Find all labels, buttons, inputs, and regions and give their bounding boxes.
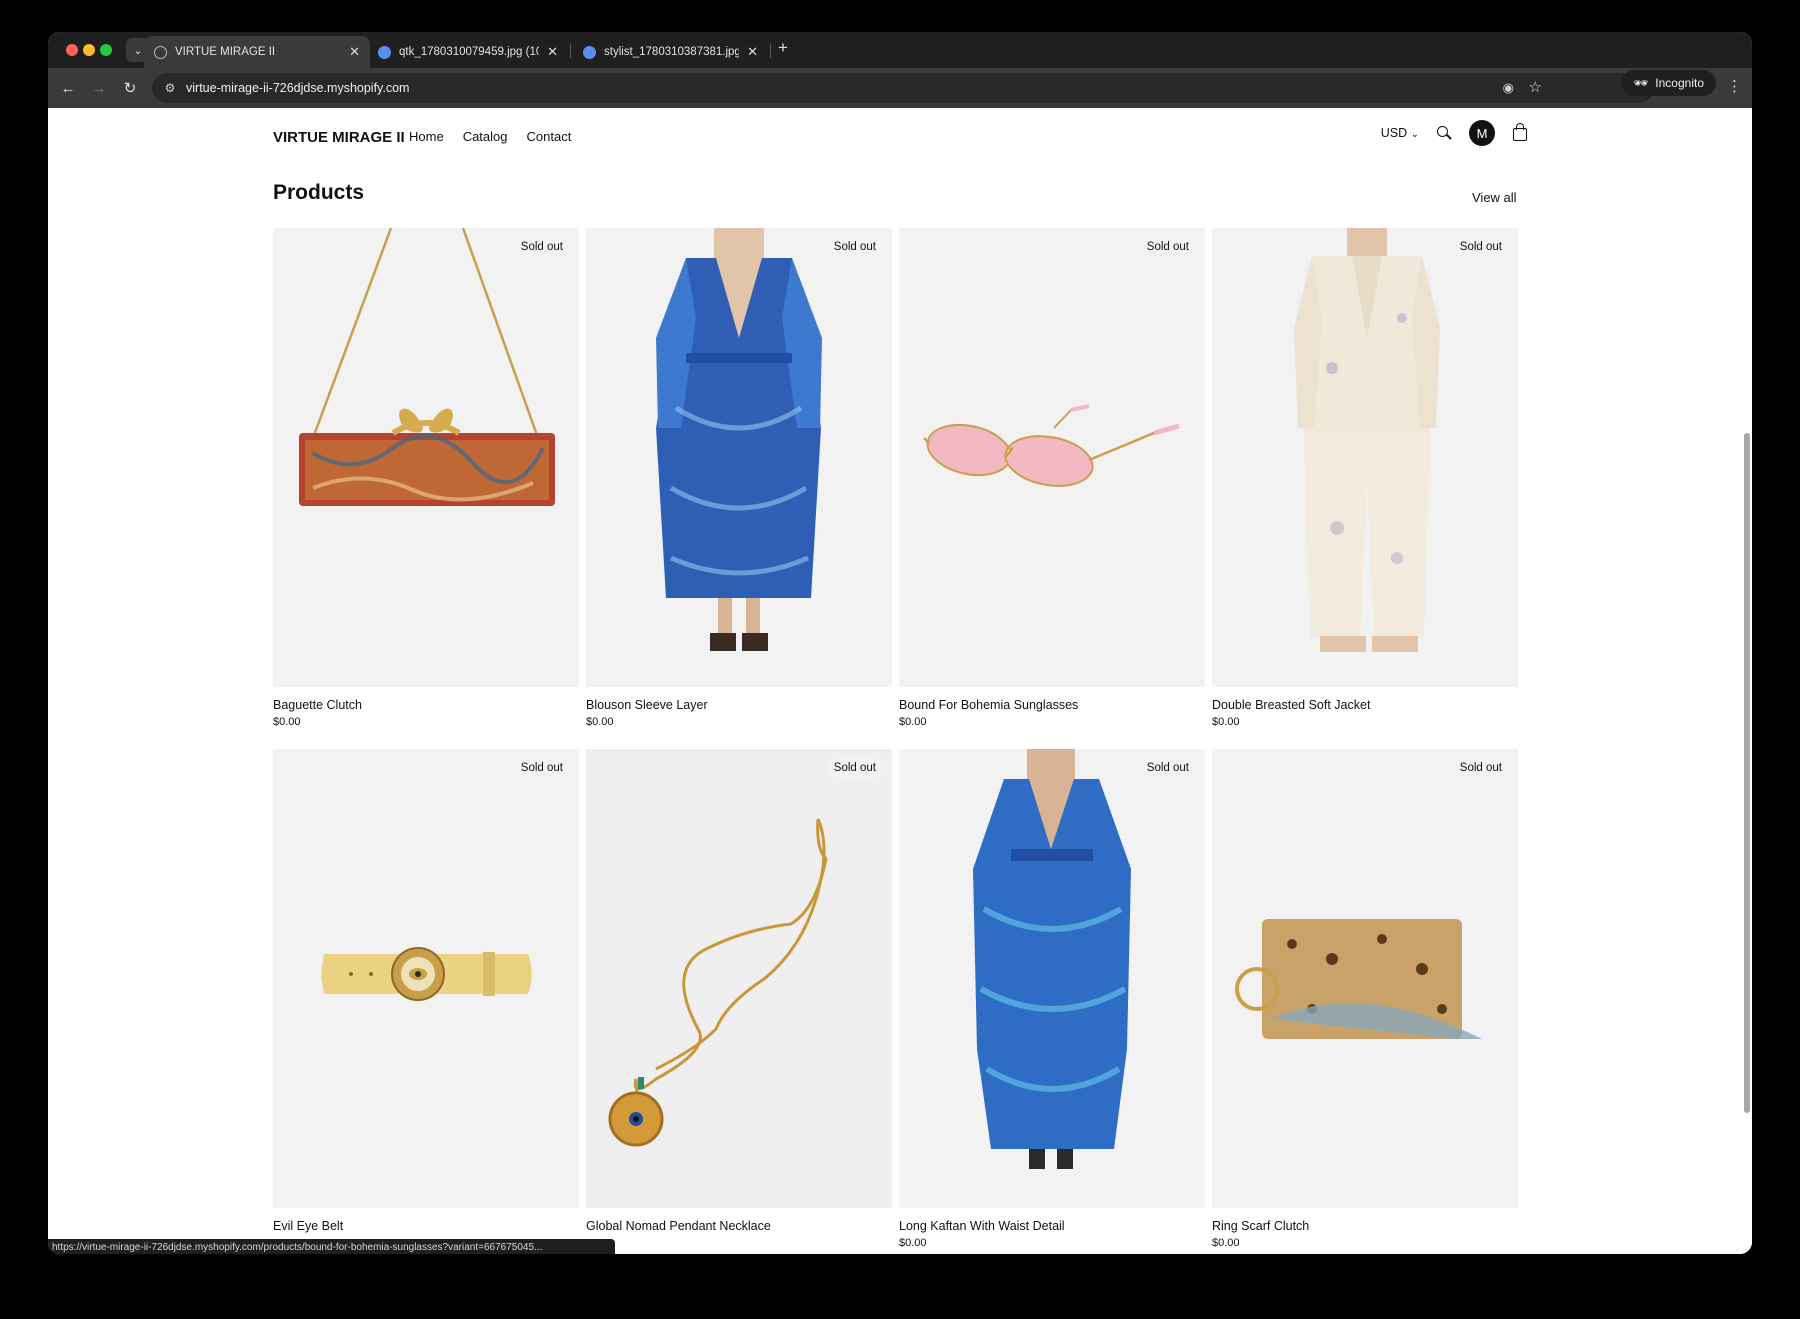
necklace-illustration <box>608 818 828 1147</box>
sold-out-badge: Sold out <box>1139 237 1196 257</box>
forward-arrow-icon[interactable]: → <box>88 77 110 99</box>
product-price: $0.00 <box>1212 716 1240 728</box>
product-card[interactable]: Sold out Evil Eye Belt <box>273 749 579 1251</box>
currency-selector[interactable]: USD ⌄ <box>1381 126 1419 140</box>
tab-virtue-mirage[interactable]: VIRTUE MIRAGE II ✕ <box>144 36 370 68</box>
product-price: $0.00 <box>273 716 301 728</box>
product-title[interactable]: Baguette Clutch <box>273 698 362 712</box>
site-logo[interactable]: VIRTUE MIRAGE II <box>273 129 405 146</box>
tab-title: VIRTUE MIRAGE II <box>175 46 276 58</box>
product-price: $0.00 <box>899 1237 927 1249</box>
chevron-down-icon: ⌄ <box>1410 129 1419 140</box>
incognito-button[interactable]: 🕶 Incognito <box>1621 70 1716 96</box>
product-image[interactable]: Sold out <box>586 228 892 687</box>
sold-out-badge: Sold out <box>1452 758 1509 778</box>
product-title[interactable]: Bound For Bohemia Sunglasses <box>899 698 1078 712</box>
product-image[interactable]: Sold out <box>899 749 1205 1208</box>
close-tab-icon[interactable]: ✕ <box>747 44 758 60</box>
back-arrow-icon[interactable]: ← <box>57 77 79 99</box>
tab-strip: ⌄ VIRTUE MIRAGE II ✕ qtk_1780310079459.j… <box>48 32 1752 68</box>
browser-window: ⌄ VIRTUE MIRAGE II ✕ qtk_1780310079459.j… <box>48 32 1752 1254</box>
product-image[interactable]: Sold out <box>273 749 579 1208</box>
clutch-illustration <box>299 228 555 506</box>
product-card[interactable]: Sold out Long Kaftan With Waist Detail $… <box>899 749 1205 1251</box>
site-header: VIRTUE MIRAGE II Home Catalog Contact US… <box>273 108 1527 164</box>
tab-separator <box>770 44 771 58</box>
new-tab-button[interactable]: + <box>778 38 788 58</box>
bookmark-star-icon[interactable]: ☆ <box>1529 78 1542 96</box>
product-price: $0.00 <box>1212 1237 1240 1249</box>
tab-qtk-image[interactable]: qtk_1780310079459.jpg (102 ✕ <box>368 36 568 68</box>
image-icon <box>378 45 391 59</box>
site-settings-icon[interactable]: ⚙ <box>162 80 178 96</box>
sold-out-badge: Sold out <box>513 237 570 257</box>
product-price: $0.00 <box>899 716 927 728</box>
status-bar-url: https://virtue-mirage-ii-726djdse.myshop… <box>48 1239 615 1254</box>
maximize-window-button[interactable] <box>100 44 112 56</box>
eye-off-icon[interactable]: ◉ <box>1503 80 1514 96</box>
sold-out-badge: Sold out <box>513 758 570 778</box>
product-title[interactable]: Ring Scarf Clutch <box>1212 1219 1309 1233</box>
nav-catalog[interactable]: Catalog <box>463 129 508 144</box>
tab-stylist-image[interactable]: stylist_1780310387381.jpg (1 ✕ <box>573 36 768 68</box>
close-tab-icon[interactable]: ✕ <box>349 44 360 60</box>
main-nav: Home Catalog Contact <box>409 129 571 144</box>
product-image[interactable]: Sold out <box>586 749 892 1208</box>
close-tab-icon[interactable]: ✕ <box>547 44 558 60</box>
product-title[interactable]: Double Breasted Soft Jacket <box>1212 698 1370 712</box>
close-window-button[interactable] <box>66 44 78 56</box>
reload-icon[interactable]: ↻ <box>119 77 141 99</box>
sold-out-badge: Sold out <box>1139 758 1196 778</box>
nav-home[interactable]: Home <box>409 129 444 144</box>
tab-title: stylist_1780310387381.jpg (1 <box>604 46 740 58</box>
sunglasses-illustration <box>923 404 1180 487</box>
product-title[interactable]: Global Nomad Pendant Necklace <box>586 1219 771 1233</box>
product-card[interactable]: Sold out Baguette Clutch $0.00 <box>273 228 579 730</box>
account-avatar[interactable]: M <box>1469 120 1495 146</box>
robe-illustration <box>656 228 822 651</box>
product-card[interactable]: Sold out Bound For Bohemia Sunglasses $0… <box>899 228 1205 730</box>
view-all-link[interactable]: View all <box>1472 190 1517 205</box>
product-card[interactable]: Sold out Ring Scarf Clutch $0.00 <box>1212 749 1518 1251</box>
currency-label: USD <box>1380 126 1408 140</box>
page-scrollbar[interactable] <box>1744 433 1750 1113</box>
product-card[interactable]: Sold out Blouson Sleeve Layer $0.00 <box>586 228 892 730</box>
product-card[interactable]: Sold out Global Nomad Pendant Necklace <box>586 749 892 1251</box>
product-image[interactable]: Sold out <box>1212 749 1518 1208</box>
product-image[interactable]: Sold out <box>273 228 579 687</box>
sold-out-badge: Sold out <box>826 758 883 778</box>
image-icon <box>583 45 596 59</box>
address-bar[interactable]: ⚙ virtue-mirage-ii-726djdse.myshopify.co… <box>152 73 1654 103</box>
tab-separator <box>570 44 571 58</box>
product-grid: Sold out Baguette Clutch $0.00 Sold out … <box>273 228 1527 1251</box>
product-image[interactable]: Sold out <box>1212 228 1518 687</box>
product-title[interactable]: Evil Eye Belt <box>273 1219 343 1233</box>
incognito-icon: 🕶 <box>1633 76 1649 90</box>
suit-illustration <box>1294 228 1440 652</box>
product-price: $0.00 <box>586 716 614 728</box>
globe-icon <box>154 45 167 59</box>
browser-toolbar: ← → ↻ ⚙ virtue-mirage-ii-726djdse.myshop… <box>48 68 1752 108</box>
product-title[interactable]: Blouson Sleeve Layer <box>586 698 708 712</box>
cart-bag-icon[interactable] <box>1513 123 1527 141</box>
more-menu-icon[interactable]: ⋮ <box>1727 77 1742 95</box>
page-content: VIRTUE MIRAGE II Home Catalog Contact US… <box>48 108 1752 1254</box>
search-icon[interactable] <box>1437 126 1451 140</box>
nav-contact[interactable]: Contact <box>527 129 572 144</box>
product-card[interactable]: Sold out Double Breasted Soft Jacket $0.… <box>1212 228 1518 730</box>
kaftan-illustration <box>973 749 1131 1169</box>
section-title: Products <box>273 181 365 204</box>
header-actions: USD ⌄ M <box>1381 120 1527 146</box>
sold-out-badge: Sold out <box>1452 237 1509 257</box>
url-text[interactable]: virtue-mirage-ii-726djdse.myshopify.com <box>186 81 409 95</box>
belt-illustration <box>321 947 532 1001</box>
tab-title: qtk_1780310079459.jpg (102 <box>399 46 540 58</box>
incognito-label: Incognito <box>1655 76 1704 90</box>
sold-out-badge: Sold out <box>826 237 883 257</box>
product-image[interactable]: Sold out <box>899 228 1205 687</box>
minimize-window-button[interactable] <box>83 44 95 56</box>
scarf-clutch-illustration <box>1235 919 1482 1039</box>
product-title[interactable]: Long Kaftan With Waist Detail <box>899 1219 1065 1233</box>
